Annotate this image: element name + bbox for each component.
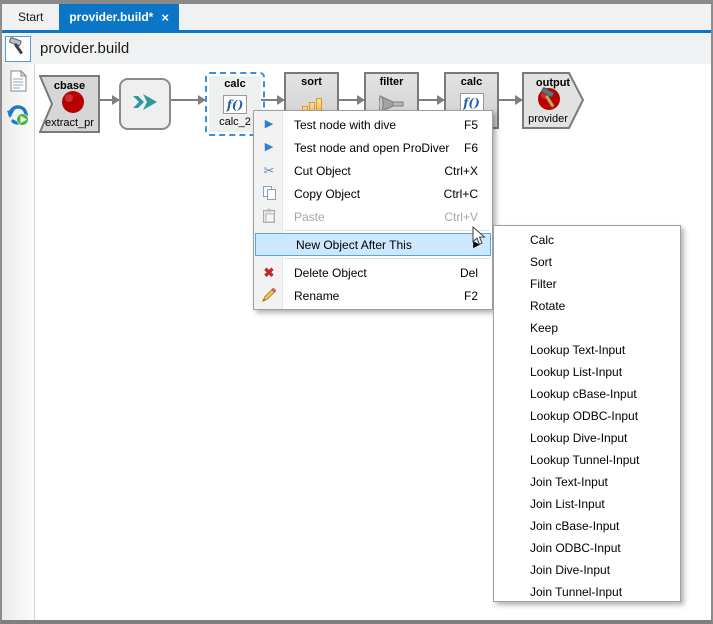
new-object-submenu: Calc Sort Filter Rotate Keep Lookup Text…: [493, 225, 681, 602]
shortcut-label: F6: [464, 141, 492, 155]
submenu-item-join-cbase-input[interactable]: Join cBase-Input: [494, 515, 680, 537]
submenu-item-rotate[interactable]: Rotate: [494, 295, 680, 317]
submenu-item-join-tunnel-input[interactable]: Join Tunnel-Input: [494, 581, 680, 603]
context-menu: ▶ Test node with dive F5 ▶ Test node and…: [253, 110, 493, 310]
node-type-label: output: [522, 77, 584, 90]
menu-item-delete-object[interactable]: ✖ Delete Object Del: [254, 261, 492, 284]
hammer-icon: [8, 36, 28, 61]
menu-item-copy-object[interactable]: Copy Object Ctrl+C: [254, 182, 492, 205]
sidebar: [2, 64, 34, 620]
submenu-item-sort[interactable]: Sort: [494, 251, 680, 273]
shortcut-label: F5: [464, 118, 492, 132]
run-sync-button[interactable]: [5, 104, 31, 130]
hammer-tool-button[interactable]: [5, 36, 31, 62]
submenu-item-keep[interactable]: Keep: [494, 317, 680, 339]
merge-arrows-icon: [131, 90, 159, 119]
tab-bar: Start provider.build* ×: [2, 4, 711, 30]
node-name-label: extract_pr: [39, 117, 100, 130]
node-type-label: filter: [380, 76, 404, 89]
function-icon: f(): [223, 95, 247, 114]
shortcut-label: Del: [460, 266, 492, 280]
flow-canvas[interactable]: cbase extract_pr calc f() c: [34, 64, 711, 620]
shortcut-label: Ctrl+C: [444, 187, 492, 201]
node-type-label: sort: [301, 76, 322, 89]
menu-item-cut-object[interactable]: ✂ Cut Object Ctrl+X: [254, 159, 492, 182]
copy-icon: [254, 185, 284, 203]
tab-start[interactable]: Start: [8, 4, 53, 30]
script-editor-button[interactable]: [5, 71, 31, 97]
document-header: provider.build: [2, 33, 711, 64]
connector-arrow: [419, 99, 444, 101]
connector-arrow: [171, 99, 205, 101]
shortcut-label: F2: [464, 289, 492, 303]
connector-arrow: [499, 99, 522, 101]
submenu-item-calc[interactable]: Calc: [494, 229, 680, 251]
red-sphere-icon: [62, 91, 84, 113]
scissors-icon: ✂: [254, 164, 284, 177]
submenu-item-join-dive-input[interactable]: Join Dive-Input: [494, 559, 680, 581]
submenu-item-join-list-input[interactable]: Join List-Input: [494, 493, 680, 515]
menu-item-new-object-after-this[interactable]: New Object After This ▶: [255, 233, 491, 256]
node-type-label: cbase: [39, 80, 100, 93]
node-type-label: calc: [224, 78, 245, 91]
tab-provider-build[interactable]: provider.build* ×: [59, 4, 179, 30]
node-cbase-extract-pr[interactable]: cbase extract_pr: [39, 75, 100, 133]
connector-arrow: [100, 99, 119, 101]
submenu-item-lookup-dive-input[interactable]: Lookup Dive-Input: [494, 427, 680, 449]
tab-start-label: Start: [18, 10, 43, 24]
submenu-item-lookup-odbc-input[interactable]: Lookup ODBC-Input: [494, 405, 680, 427]
play-icon: ▶: [254, 119, 284, 130]
content-area: cbase extract_pr calc f() c: [2, 64, 711, 620]
menu-item-paste[interactable]: Paste Ctrl+V: [254, 205, 492, 228]
menu-item-test-node-open-prodiver[interactable]: ▶ Test node and open ProDiver F6: [254, 136, 492, 159]
submenu-item-lookup-text-input[interactable]: Lookup Text-Input: [494, 339, 680, 361]
menu-item-rename[interactable]: Rename F2: [254, 284, 492, 307]
pencil-icon: [254, 287, 284, 305]
delete-x-icon: ✖: [254, 266, 284, 279]
tab-provider-build-label: provider.build*: [69, 10, 153, 24]
paste-icon: [254, 208, 284, 226]
workbench-window: Start provider.build* × provider.build: [0, 0, 713, 624]
submenu-item-lookup-cbase-input[interactable]: Lookup cBase-Input: [494, 383, 680, 405]
mouse-cursor-icon: [472, 226, 486, 251]
menu-separator: [284, 230, 490, 231]
menu-item-test-node-with-dive[interactable]: ▶ Test node with dive F5: [254, 113, 492, 136]
play-icon: ▶: [254, 142, 284, 153]
node-type-label: calc: [461, 76, 482, 89]
close-icon[interactable]: ×: [161, 11, 169, 24]
submenu-item-lookup-tunnel-input[interactable]: Lookup Tunnel-Input: [494, 449, 680, 471]
node-merge[interactable]: [119, 78, 171, 130]
node-output-provider[interactable]: output provider: [522, 72, 584, 129]
shortcut-label: Ctrl+X: [444, 164, 492, 178]
submenu-item-filter[interactable]: Filter: [494, 273, 680, 295]
shortcut-label: Ctrl+V: [444, 210, 492, 224]
submenu-item-lookup-list-input[interactable]: Lookup List-Input: [494, 361, 680, 383]
sync-run-icon: [6, 103, 30, 132]
page-title: provider.build: [40, 40, 129, 57]
connector-arrow: [261, 99, 284, 101]
connector-arrow: [339, 99, 364, 101]
submenu-item-join-odbc-input[interactable]: Join ODBC-Input: [494, 537, 680, 559]
node-name-label: provider: [522, 113, 584, 126]
menu-separator: [284, 258, 490, 259]
submenu-item-join-text-input[interactable]: Join Text-Input: [494, 471, 680, 493]
script-document-icon: [9, 70, 28, 98]
